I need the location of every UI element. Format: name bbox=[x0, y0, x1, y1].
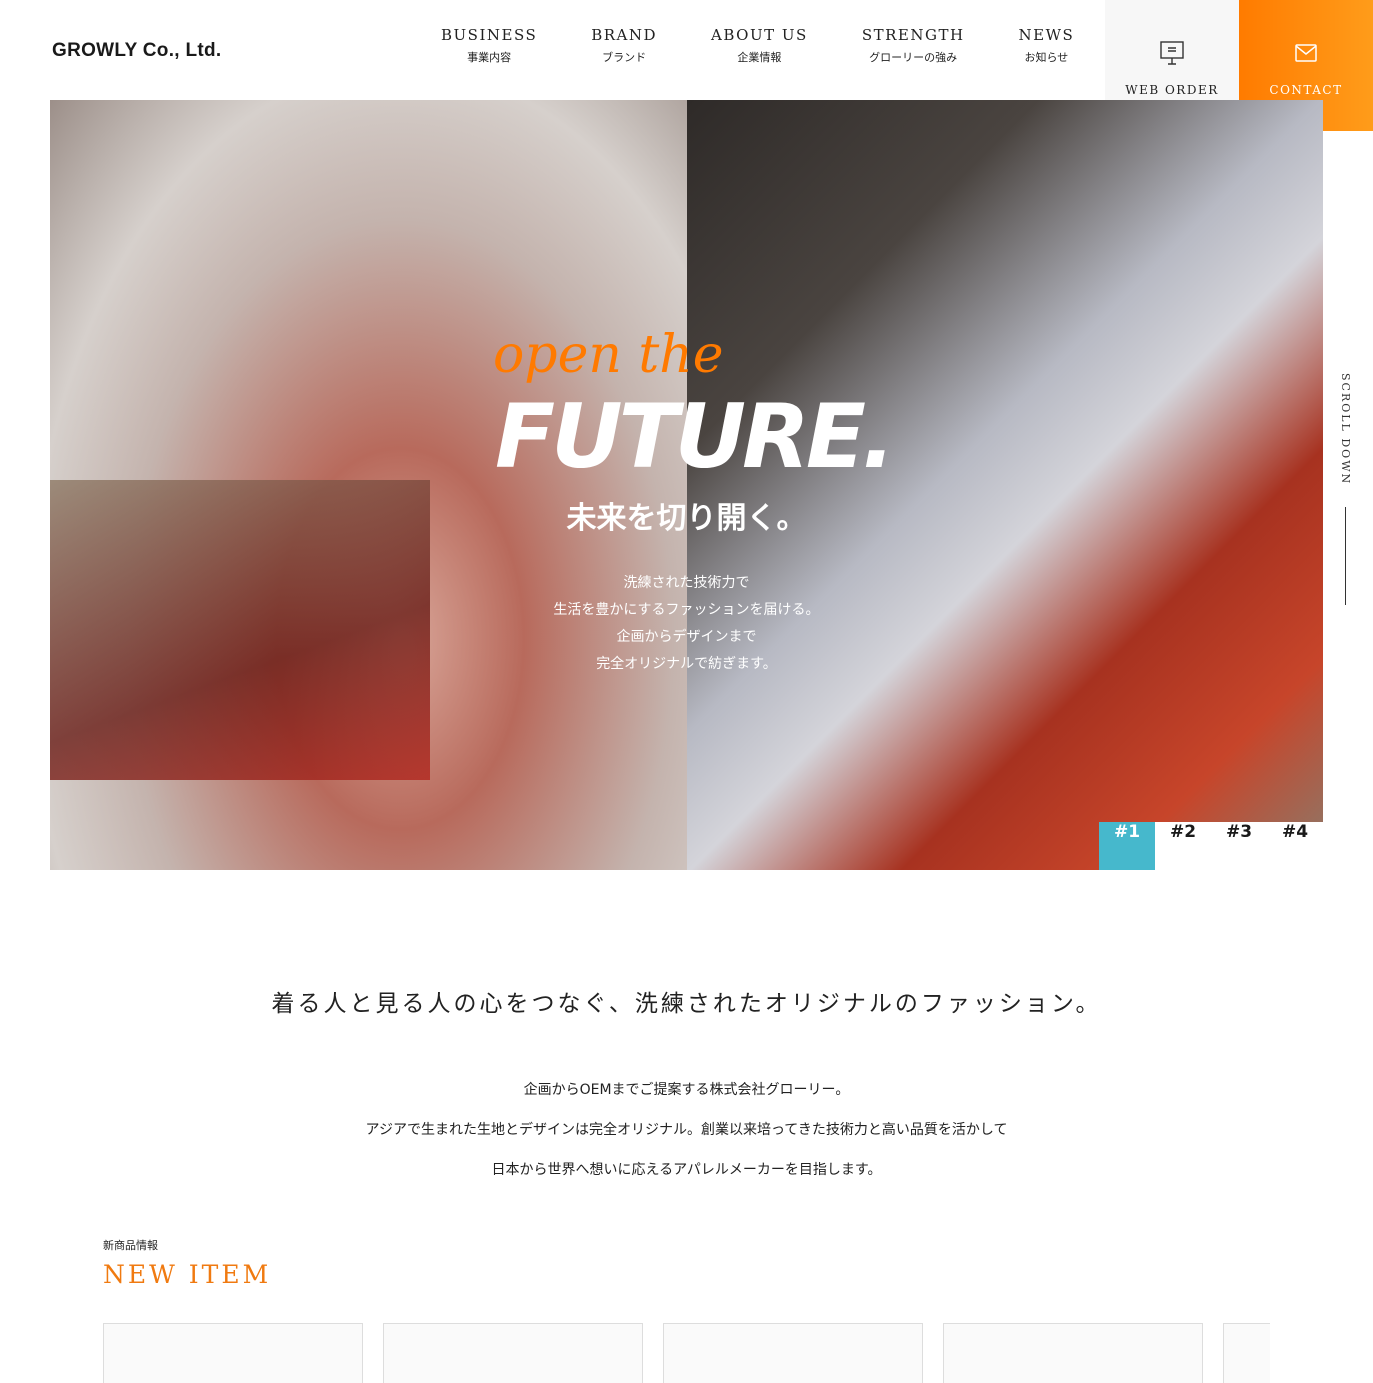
nav-label: BRAND bbox=[591, 26, 658, 44]
nav-sublabel: グローリーの強み bbox=[869, 51, 958, 64]
hero-future-text: FUTURE. bbox=[495, 385, 895, 488]
hero-line: 企画からデザインまで bbox=[616, 629, 757, 645]
product-card[interactable] bbox=[383, 1323, 643, 1383]
nav-news[interactable]: NEWS お知らせ bbox=[1019, 26, 1075, 65]
nav-strength[interactable]: STRENGTH グローリーの強み bbox=[862, 26, 965, 65]
hero-description: 洗練された技術力で 生活を豊かにするファッションを届ける。 企画からデザインまで… bbox=[50, 570, 1323, 678]
slide-2-button[interactable]: #2 bbox=[1155, 822, 1211, 870]
nav-business[interactable]: BUSINESS 事業内容 bbox=[441, 26, 537, 65]
nav-label: NEWS bbox=[1018, 26, 1075, 44]
intro-tagline: 着る人と見る人の心をつなぐ、洗練されたオリジナルのファッション。 bbox=[271, 991, 1102, 1017]
product-card[interactable] bbox=[943, 1323, 1203, 1383]
product-card[interactable] bbox=[663, 1323, 923, 1383]
hero-line: 洗練された技術力で bbox=[623, 575, 750, 591]
new-item-sublabel: 新商品情報 bbox=[103, 1239, 158, 1252]
product-card[interactable] bbox=[1223, 1323, 1270, 1383]
product-card[interactable] bbox=[103, 1323, 363, 1383]
intro-line: 企画からOEMまでご提案する株式会社グローリー。 bbox=[523, 1082, 850, 1098]
scroll-down-link[interactable]: SCROLL DOWN bbox=[1339, 373, 1352, 485]
hero-open-text: open the bbox=[493, 325, 724, 385]
web-order-label: WEB ORDER bbox=[1125, 83, 1219, 97]
intro-line: アジアで生まれた生地とデザインは完全オリジナル。創業以来培ってきた技術力と高い品… bbox=[365, 1122, 1008, 1138]
slide-4-button[interactable]: #4 bbox=[1267, 822, 1323, 870]
slide-1-button[interactable]: #1 bbox=[1099, 822, 1155, 870]
hero-line: 完全オリジナルで紡ぎます。 bbox=[596, 656, 777, 672]
nav-about-us[interactable]: ABOUT US 企業情報 bbox=[711, 26, 808, 65]
monitor-icon bbox=[1105, 40, 1239, 68]
nav-sublabel: 事業内容 bbox=[467, 51, 512, 64]
logo[interactable]: GROWLY Co., Ltd. bbox=[52, 40, 221, 62]
nav-label: STRENGTH bbox=[861, 26, 965, 44]
intro-line: 日本から世界へ想いに応えるアパレルメーカーを目指します。 bbox=[491, 1162, 882, 1178]
contact-label: CONTACT bbox=[1269, 83, 1343, 97]
hero-line: 生活を豊かにするファッションを届ける。 bbox=[553, 602, 820, 618]
nav-label: ABOUT US bbox=[711, 26, 808, 44]
nav-sublabel: ブランド bbox=[602, 51, 647, 64]
hero-slider: open the FUTURE. 未来を切り開く。 洗練された技術力で 生活を豊… bbox=[50, 100, 1323, 870]
nav-sublabel: お知らせ bbox=[1024, 51, 1069, 64]
mail-icon bbox=[1239, 40, 1373, 68]
slide-pagination: #1 #2 #3 #4 bbox=[1099, 822, 1323, 870]
nav-label: BUSINESS bbox=[441, 26, 538, 44]
intro-text: 企画からOEMまでご提案する株式会社グローリー。 アジアで生まれた生地とデザイン… bbox=[0, 1070, 1373, 1190]
nav-brand[interactable]: BRAND ブランド bbox=[591, 26, 657, 65]
hero-catchcopy: 未来を切り開く。 bbox=[566, 501, 807, 536]
scroll-line bbox=[1345, 507, 1346, 605]
new-item-heading: NEW ITEM bbox=[103, 1260, 272, 1289]
nav-sublabel: 企業情報 bbox=[737, 51, 782, 64]
new-item-list bbox=[103, 1323, 1270, 1383]
main-nav: BUSINESS 事業内容 BRAND ブランド ABOUT US 企業情報 STRE… bbox=[441, 26, 1128, 65]
slide-3-button[interactable]: #3 bbox=[1211, 822, 1267, 870]
